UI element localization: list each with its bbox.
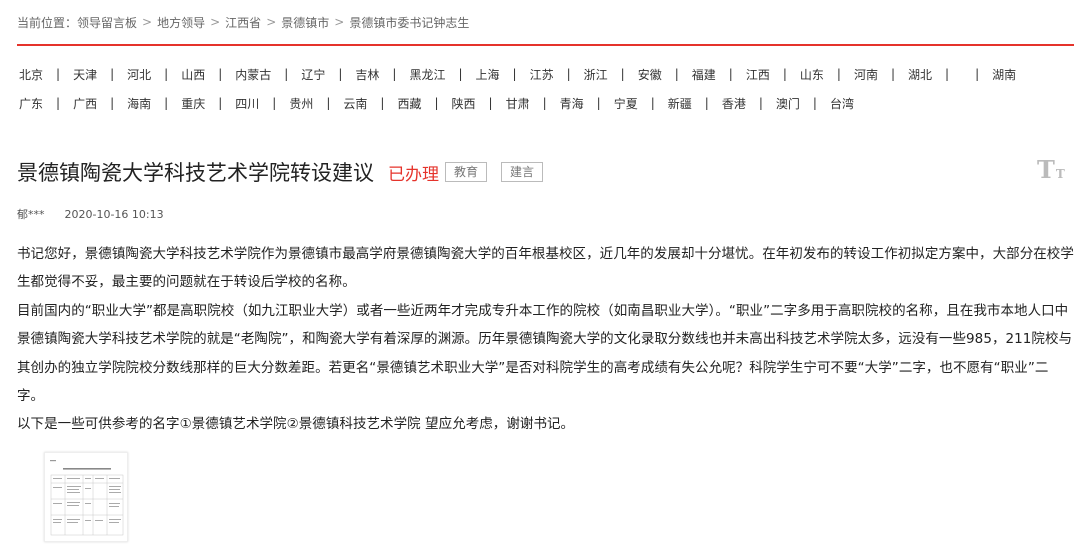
region-separator: |	[392, 67, 397, 81]
region-separator: |	[110, 96, 115, 110]
region-link[interactable]: 山西	[181, 66, 205, 83]
breadcrumb-link[interactable]: 领导留言板	[77, 14, 137, 31]
breadcrumb-separator: >	[334, 15, 345, 29]
region-link[interactable]: 湖北	[908, 66, 932, 83]
region-separator: |	[542, 96, 547, 110]
breadcrumb-prefix: 当前位置：	[17, 15, 78, 30]
region-separator: |	[650, 96, 655, 110]
region-link[interactable]: 四川	[235, 95, 259, 112]
breadcrumb-link[interactable]: 地方领导	[157, 14, 205, 31]
region-link[interactable]: 内蒙古	[235, 66, 271, 83]
region-nav-row-1: 北京 | 天津 | 河北 | 山西 | 内蒙古 | 辽宁 | 吉林 | 黑龙江 | 上海 | 江苏 | 浙江 | 安徽 | 福建…	[19, 64, 1016, 84]
region-separator: |	[56, 96, 61, 110]
page-title: 景德镇陶瓷大学科技艺术学院转设建议	[17, 161, 374, 185]
region-link[interactable]: 台湾	[830, 95, 854, 112]
region-separator: |	[758, 96, 763, 110]
region-separator: |	[284, 67, 289, 81]
region-separator: |	[272, 96, 277, 110]
breadcrumb-link[interactable]: 江西省	[225, 14, 261, 31]
region-link[interactable]: 河北	[127, 66, 151, 83]
breadcrumb-divider	[17, 44, 1074, 46]
region-separator: |	[890, 67, 895, 81]
region-link[interactable]: 新疆	[668, 95, 692, 112]
region-separator: |	[836, 67, 841, 81]
tag-type[interactable]: 建言	[501, 162, 544, 182]
region-link[interactable]: 上海	[476, 66, 500, 83]
region-separator: |	[110, 67, 115, 81]
region-separator: |	[674, 67, 679, 81]
region-link[interactable]: 山东	[800, 66, 824, 83]
region-link[interactable]: 湖南	[992, 66, 1016, 83]
region-link[interactable]: 吉林	[355, 66, 379, 83]
region-link[interactable]: 辽宁	[301, 66, 325, 83]
document-preview-image	[45, 453, 127, 541]
region-separator: |	[945, 67, 950, 81]
region-link[interactable]: 西藏	[397, 95, 421, 112]
region-separator: |	[338, 67, 343, 81]
breadcrumb-separator: >	[266, 15, 277, 29]
region-link[interactable]: 河南	[854, 66, 878, 83]
region-nav-row-2: 广东 | 广西 | 海南 | 重庆 | 四川 | 贵州 | 云南 | 西藏 | 陕西 | 甘肃 | 青海 | 宁夏 | 新疆 | 香…	[19, 93, 854, 113]
region-separator: |	[164, 96, 169, 110]
region-separator: |	[704, 96, 709, 110]
region-link[interactable]: 江西	[746, 66, 770, 83]
region-link[interactable]: 青海	[560, 95, 584, 112]
region-link[interactable]: 浙江	[584, 66, 608, 83]
region-link[interactable]: 福建	[692, 66, 716, 83]
region-separator: |	[218, 67, 223, 81]
region-separator: |	[434, 96, 439, 110]
region-separator: |	[812, 96, 817, 110]
region-separator: |	[728, 67, 733, 81]
region-separator: |	[566, 67, 571, 81]
region-link[interactable]: 广西	[73, 95, 97, 112]
region-link[interactable]: 天津	[73, 66, 97, 83]
region-separator: |	[782, 67, 787, 81]
region-separator: |	[458, 67, 463, 81]
attachment-thumbnail[interactable]	[44, 452, 128, 542]
region-separator: |	[596, 96, 601, 110]
message-meta: 郁*** 2020-10-16 10:13	[17, 206, 164, 222]
breadcrumb-separator: >	[210, 15, 221, 29]
region-link[interactable]: 海南	[127, 95, 151, 112]
region-link[interactable]: 澳门	[776, 95, 800, 112]
region-separator: |	[326, 96, 331, 110]
region-link[interactable]: 广东	[19, 95, 43, 112]
region-separator: |	[380, 96, 385, 110]
region-link[interactable]: 宁夏	[614, 95, 638, 112]
region-link[interactable]: 甘肃	[506, 95, 530, 112]
region-separator: |	[488, 96, 493, 110]
content-paragraph: 目前国内的“职业大学”都是高职院校（如九江职业大学）或者一些近两年才完成专升本工…	[17, 302, 1073, 405]
region-link[interactable]: 贵州	[289, 95, 313, 112]
breadcrumb-link[interactable]: 景德镇市	[281, 14, 329, 31]
content-paragraph: 书记您好，景德镇陶瓷大学科技艺术学院作为景德镇市最高学府景德镇陶瓷大学的百年根基…	[17, 246, 1074, 291]
region-link[interactable]: 重庆	[181, 95, 205, 112]
region-separator: |	[512, 67, 517, 81]
breadcrumb-link[interactable]: 景德镇市委书记钟志生	[349, 14, 469, 31]
content-paragraph: 以下是一些可供参考的名字①景德镇艺术学院②景德镇科技艺术学院 望应允考虑，谢谢书…	[17, 416, 575, 433]
region-separator: |	[975, 67, 980, 81]
breadcrumb-separator: >	[142, 15, 153, 29]
message-header: 景德镇陶瓷大学科技艺术学院转设建议 已办理 教育 建言	[17, 156, 544, 188]
region-separator: |	[164, 67, 169, 81]
region-separator: |	[218, 96, 223, 110]
font-size-toggle-icon[interactable]: TT	[1037, 154, 1067, 182]
region-separator: |	[620, 67, 625, 81]
author-name: 郁***	[17, 208, 45, 221]
region-link[interactable]: 香港	[722, 95, 746, 112]
breadcrumb: 当前位置： 领导留言板 > 地方领导 > 江西省 > 景德镇市 > 景德镇市委书记钟志生	[17, 12, 469, 32]
status-badge: 已办理	[388, 164, 439, 185]
message-content: 书记您好，景德镇陶瓷大学科技艺术学院作为景德镇市最高学府景德镇陶瓷大学的百年根基…	[17, 240, 1075, 439]
post-date: 2020-10-16 10:13	[64, 207, 164, 221]
region-link[interactable]: 陕西	[452, 95, 476, 112]
region-separator: |	[56, 67, 61, 81]
tag-category[interactable]: 教育	[445, 162, 488, 182]
region-link[interactable]: 安徽	[638, 66, 662, 83]
region-link[interactable]: 北京	[19, 66, 43, 83]
region-link[interactable]: 云南	[343, 95, 367, 112]
region-link[interactable]: 黑龙江	[409, 66, 445, 83]
region-link[interactable]: 江苏	[530, 66, 554, 83]
